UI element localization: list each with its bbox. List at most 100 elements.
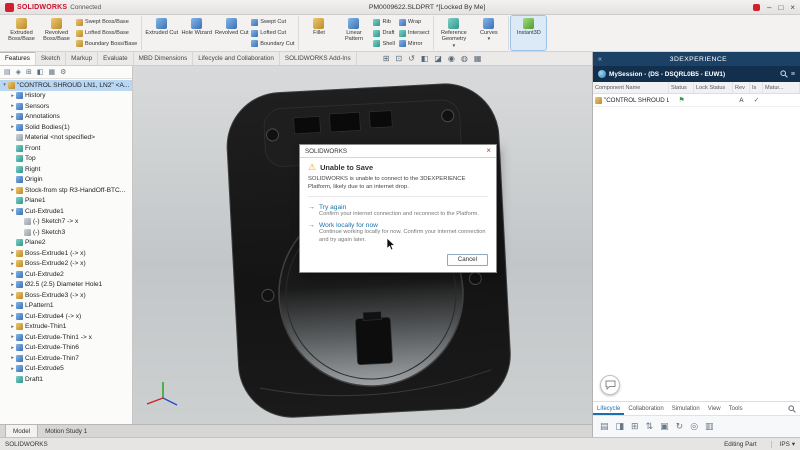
dialog-close-button[interactable]: × bbox=[486, 147, 491, 155]
maximize-button[interactable]: □ bbox=[778, 3, 783, 12]
new-content-icon[interactable]: ▤ bbox=[600, 421, 609, 432]
ribbon-tab[interactable]: Sketch bbox=[36, 52, 66, 65]
ribbon-button[interactable]: Linear Pattern bbox=[336, 16, 371, 50]
expand-arrow-icon[interactable]: ▸ bbox=[9, 313, 16, 319]
tree-item[interactable]: (-) Sketch7 -> x bbox=[0, 217, 132, 228]
panel-tab[interactable]: Simulation bbox=[668, 402, 704, 415]
ribbon-button[interactable]: Boundary Cut bbox=[251, 38, 294, 49]
displaymanager-tab-icon[interactable]: ▦ bbox=[49, 68, 56, 76]
panel-tab[interactable]: Lifecycle bbox=[593, 402, 624, 415]
view-orientation-icon[interactable]: ▦ bbox=[474, 54, 482, 63]
expand-arrow-icon[interactable]: ▸ bbox=[9, 271, 16, 277]
column-header[interactable]: Matur... bbox=[763, 82, 800, 93]
expand-arrow-icon[interactable]: ▸ bbox=[9, 187, 16, 193]
expand-arrow-icon[interactable]: ▸ bbox=[9, 303, 16, 309]
panel-tab[interactable]: Tools bbox=[725, 402, 747, 415]
column-header[interactable]: Rev bbox=[733, 82, 750, 93]
ribbon-button[interactable]: Mirror bbox=[399, 38, 429, 49]
ribbon-tab[interactable]: Lifecycle and Collaboration bbox=[193, 52, 280, 65]
tree-item[interactable]: ▸ Solid Bodies(1) bbox=[0, 122, 132, 133]
tree-item[interactable]: Top bbox=[0, 154, 132, 165]
cancel-button[interactable]: Cancel bbox=[447, 254, 488, 266]
ribbon-button[interactable]: Swept Boss/Base bbox=[76, 17, 137, 28]
ribbon-button[interactable]: Revolved Boss/Base bbox=[39, 16, 74, 50]
tree-item[interactable]: Front bbox=[0, 143, 132, 154]
ribbon-tab[interactable]: MBD Dimensions bbox=[134, 52, 194, 65]
column-header[interactable]: Is bbox=[750, 82, 763, 93]
expand-arrow-icon[interactable]: ▸ bbox=[9, 366, 16, 372]
expand-arrow-icon[interactable]: ▸ bbox=[9, 114, 16, 120]
transfer-ownership-icon[interactable]: ▣ bbox=[660, 421, 669, 432]
ribbon-button[interactable]: Curves▼ bbox=[471, 16, 506, 50]
display-style-icon[interactable]: ◪ bbox=[434, 54, 442, 63]
cam-tab-icon[interactable]: ⚙ bbox=[60, 68, 66, 76]
tree-item[interactable]: Right bbox=[0, 164, 132, 175]
previous-view-icon[interactable]: ↺ bbox=[408, 54, 415, 63]
zoom-to-area-icon[interactable]: ⊡ bbox=[395, 54, 402, 63]
expand-arrow-icon[interactable]: ▾ bbox=[1, 82, 8, 88]
expand-arrow-icon[interactable]: ▸ bbox=[9, 282, 16, 288]
work-locally-option[interactable]: → Work locally for now Continue working … bbox=[308, 222, 488, 244]
ribbon-tab[interactable]: Markup bbox=[66, 52, 98, 65]
ribbon-button[interactable]: Wrap bbox=[399, 17, 429, 28]
tree-item[interactable]: ▸ Extrude-Thin1 bbox=[0, 322, 132, 333]
tree-item[interactable]: ▸ Boss-Extrude3 (-> x) bbox=[0, 290, 132, 301]
try-again-option[interactable]: → Try again Confirm your internet connec… bbox=[308, 204, 488, 219]
tree-item[interactable]: Plane1 bbox=[0, 196, 132, 207]
expand-arrow-icon[interactable]: ▸ bbox=[9, 261, 16, 267]
tree-item[interactable]: (-) Sketch3 bbox=[0, 227, 132, 238]
zoom-to-fit-icon[interactable]: ⊞ bbox=[383, 54, 390, 63]
expand-arrow-icon[interactable]: ▸ bbox=[9, 345, 16, 351]
duplicate-icon[interactable]: ◨ bbox=[616, 421, 625, 432]
section-view-icon[interactable]: ◧ bbox=[421, 54, 429, 63]
new-revision-icon[interactable]: ⊞ bbox=[631, 421, 639, 432]
panel-tab[interactable]: Collaboration bbox=[624, 402, 667, 415]
tree-item[interactable]: ▸ Cut-Extrude-Thin7 bbox=[0, 353, 132, 364]
ribbon-button[interactable]: Extruded Boss/Base bbox=[4, 16, 39, 50]
tree-item[interactable]: ▸ Ø2.5 (2.5) Diameter Hole1 bbox=[0, 280, 132, 291]
tree-item[interactable]: ▾ "CONTROL SHROUD LN1, LN2" <A... bbox=[0, 80, 132, 91]
tree-item[interactable]: ▸ Boss-Extrude2 (-> x) bbox=[0, 259, 132, 270]
ribbon-button[interactable]: Rib bbox=[373, 17, 394, 28]
featuremanager-tab-icon[interactable]: ▤ bbox=[4, 68, 11, 76]
tree-item[interactable]: ▸ Cut-Extrude4 (-> x) bbox=[0, 311, 132, 322]
expand-arrow-icon[interactable]: ▸ bbox=[9, 103, 16, 109]
expand-arrow-icon[interactable]: ▸ bbox=[9, 334, 16, 340]
ribbon-tab[interactable]: SOLIDWORKS Add-Ins bbox=[280, 52, 357, 65]
panel-search-icon[interactable] bbox=[784, 402, 800, 415]
propertymanager-tab-icon[interactable]: ◈ bbox=[16, 68, 21, 76]
tree-item[interactable]: Origin bbox=[0, 175, 132, 186]
ribbon-button[interactable]: Boundary Boss/Base bbox=[76, 38, 137, 49]
column-header[interactable]: Status bbox=[669, 82, 694, 93]
compass-icon[interactable] bbox=[598, 70, 606, 78]
expand-arrow-icon[interactable]: ▸ bbox=[9, 124, 16, 130]
reload-icon[interactable]: ↻ bbox=[676, 421, 684, 432]
tree-item[interactable]: Plane2 bbox=[0, 238, 132, 249]
tree-item[interactable]: ▸ LPattern1 bbox=[0, 301, 132, 312]
ribbon-button[interactable]: Hole Wizard bbox=[179, 16, 214, 50]
ribbon-button[interactable]: Intersect bbox=[399, 28, 429, 39]
panel-tab[interactable]: View bbox=[704, 402, 725, 415]
expand-arrow-icon[interactable]: ▸ bbox=[9, 250, 16, 256]
tree-item[interactable]: ▸ Stock-from stp R3-HandOff-BTC... bbox=[0, 185, 132, 196]
units-selector[interactable]: IPS▾ bbox=[771, 441, 795, 448]
hide-show-items-icon[interactable]: ◉ bbox=[448, 54, 455, 63]
ribbon-button[interactable]: Extruded Cut bbox=[144, 16, 179, 50]
search-icon[interactable] bbox=[780, 70, 788, 78]
tree-item[interactable]: ▸ Annotations bbox=[0, 112, 132, 123]
tree-item[interactable]: ▸ History bbox=[0, 91, 132, 102]
expand-arrow-icon[interactable]: ▾ bbox=[9, 208, 16, 214]
close-button[interactable]: × bbox=[790, 3, 795, 12]
ribbon-button[interactable]: Fillet bbox=[301, 16, 336, 50]
expand-arrow-icon[interactable]: ▸ bbox=[9, 93, 16, 99]
tree-item[interactable]: ▸ Cut-Extrude-Thin1 -> x bbox=[0, 332, 132, 343]
tree-item[interactable]: ▸ Sensors bbox=[0, 101, 132, 112]
tree-item[interactable]: ▸ Boss-Extrude1 (-> x) bbox=[0, 248, 132, 259]
bookmark-icon[interactable]: ▥ bbox=[705, 421, 714, 432]
ribbon-button[interactable]: Instant3D bbox=[511, 16, 546, 50]
tree-item[interactable]: ▸ Cut-Extrude-Thin6 bbox=[0, 343, 132, 354]
model-tab[interactable]: Motion Study 1 bbox=[38, 425, 94, 437]
tree-item[interactable]: ▸ Cut-Extrude2 bbox=[0, 269, 132, 280]
tree-item[interactable]: ▾ Cut-Extrude1 bbox=[0, 206, 132, 217]
dimxpertmanager-tab-icon[interactable]: ◧ bbox=[37, 68, 44, 76]
